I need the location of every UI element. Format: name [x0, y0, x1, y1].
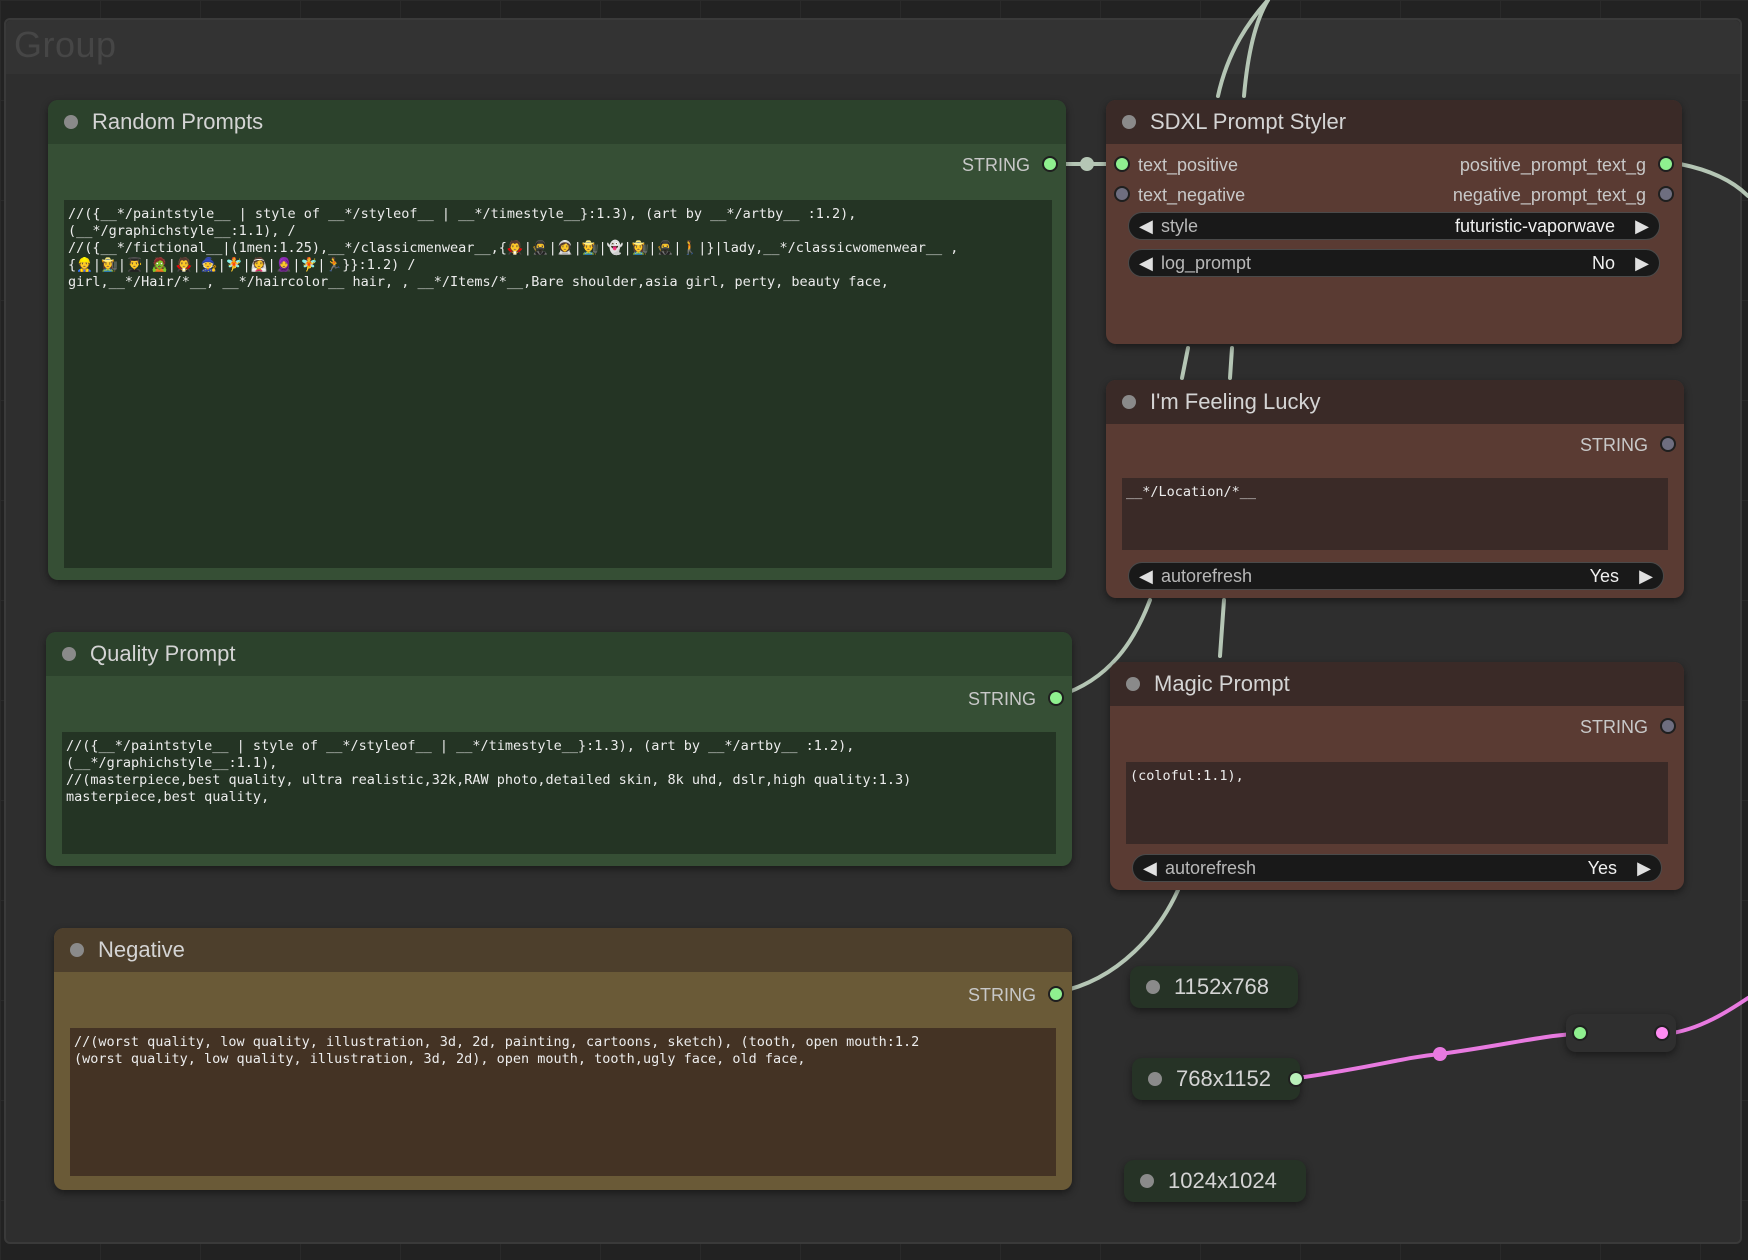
group-title-bar[interactable] [6, 20, 1740, 74]
increment-arrow-icon[interactable]: ▶ [1639, 566, 1653, 587]
node-title: 768x1152 [1176, 1066, 1272, 1091]
collapse-dot-icon[interactable] [70, 943, 84, 957]
increment-arrow-icon[interactable]: ▶ [1635, 253, 1649, 274]
decrement-arrow-icon[interactable]: ◀ [1139, 216, 1153, 237]
input-label-text-positive: text_positive [1138, 155, 1239, 175]
node-title: I'm Feeling Lucky [1150, 389, 1321, 414]
resolution-node-768x1152[interactable]: 768x1152 [1132, 1058, 1302, 1100]
node-title-bar[interactable]: Quality Prompt [46, 632, 1072, 676]
output-label: STRING [961, 155, 1030, 175]
prompt-textarea[interactable]: //({__*/paintstyle__ | style of __*/styl… [64, 200, 1052, 568]
autorefresh-combo-widget[interactable]: ◀ autorefresh Yes ▶ [1128, 562, 1664, 590]
node-title: Negative [98, 937, 185, 962]
widget-name: style [1161, 216, 1199, 236]
resolution-node-1024x1024[interactable]: 1024x1024 [1124, 1160, 1306, 1202]
group-title: Group [14, 24, 117, 65]
output-label-negative: negative_prompt_text_g [1452, 185, 1646, 205]
output-slot-string[interactable] [1044, 158, 1056, 170]
output-slot-string[interactable] [1050, 988, 1062, 1000]
sdxl-prompt-styler-node[interactable]: SDXL Prompt Styler text_positive text_ne… [1106, 100, 1682, 344]
input-slot-text-positive[interactable] [1116, 158, 1128, 170]
decrement-arrow-icon[interactable]: ◀ [1139, 253, 1153, 274]
widget-value: futuristic-vaporwave [1454, 216, 1615, 236]
output-slot-positive[interactable] [1660, 158, 1672, 170]
increment-arrow-icon[interactable]: ▶ [1635, 216, 1649, 237]
negative-node[interactable]: Negative STRING //(worst quality, low qu… [54, 928, 1072, 1190]
collapse-dot-icon[interactable] [62, 647, 76, 661]
output-label: STRING [1579, 717, 1648, 737]
widget-name: autorefresh [1161, 566, 1253, 586]
node-title: Random Prompts [92, 109, 264, 134]
node-title: Magic Prompt [1154, 671, 1290, 696]
autorefresh-combo-widget[interactable]: ◀ autorefresh Yes ▶ [1132, 854, 1662, 882]
reroute-output-slot[interactable] [1656, 1027, 1668, 1039]
reroute-node[interactable] [1566, 1014, 1676, 1052]
resolution-node-1152x768[interactable]: 1152x768 [1130, 966, 1298, 1008]
collapse-dot-icon[interactable] [1122, 115, 1136, 129]
node-title-bar[interactable]: Random Prompts [48, 100, 1066, 144]
prompt-textarea[interactable]: //({__*/paintstyle__ | style of __*/styl… [62, 732, 1056, 854]
output-slot-negative[interactable] [1660, 188, 1672, 200]
collapse-dot-icon[interactable] [1122, 395, 1136, 409]
node-title-bar[interactable]: SDXL Prompt Styler [1106, 100, 1682, 144]
random-prompts-node[interactable]: Random Prompts STRING //({__*/paintstyle… [48, 100, 1066, 580]
output-slot[interactable] [1290, 1073, 1302, 1085]
node-title: 1024x1024 [1168, 1168, 1277, 1193]
collapse-dot-icon[interactable] [1146, 980, 1160, 994]
style-combo-widget[interactable]: ◀ style futuristic-vaporwave ▶ [1128, 212, 1660, 240]
prompt-textarea[interactable]: (coloful:1.1), [1126, 762, 1668, 844]
collapse-dot-icon[interactable] [64, 115, 78, 129]
node-title-bar[interactable]: I'm Feeling Lucky [1106, 380, 1684, 424]
output-label-positive: positive_prompt_text_g [1459, 155, 1646, 175]
prompt-textarea[interactable]: __*/Location/*__ [1122, 478, 1668, 550]
node-title-bar[interactable]: Magic Prompt [1110, 662, 1684, 706]
increment-arrow-icon[interactable]: ▶ [1637, 858, 1651, 879]
widget-name: autorefresh [1165, 858, 1257, 878]
feeling-lucky-node[interactable]: I'm Feeling Lucky STRING __*/Location/*_… [1106, 380, 1684, 598]
collapse-dot-icon[interactable] [1148, 1072, 1162, 1086]
output-slot-string[interactable] [1662, 438, 1674, 450]
output-slot-string[interactable] [1662, 720, 1674, 732]
log-prompt-combo-widget[interactable]: ◀ log_prompt No ▶ [1128, 249, 1660, 277]
output-label: STRING [967, 985, 1036, 1005]
node-title: 1152x768 [1174, 974, 1270, 999]
node-title: Quality Prompt [90, 641, 236, 666]
reroute-input-slot[interactable] [1574, 1027, 1586, 1039]
node-title-bar[interactable]: Negative [54, 928, 1072, 972]
widget-value: Yes [1589, 566, 1619, 586]
magic-prompt-node[interactable]: Magic Prompt STRING (coloful:1.1), ◀ aut… [1110, 662, 1684, 890]
widget-value: Yes [1587, 858, 1617, 878]
quality-prompt-node[interactable]: Quality Prompt STRING //({__*/paintstyle… [46, 632, 1072, 866]
prompt-textarea[interactable]: //(worst quality, low quality, illustrat… [70, 1028, 1056, 1176]
widget-value: No [1591, 253, 1615, 273]
collapse-dot-icon[interactable] [1126, 677, 1140, 691]
decrement-arrow-icon[interactable]: ◀ [1143, 858, 1157, 879]
widget-name: log_prompt [1161, 253, 1252, 273]
input-label-text-negative: text_negative [1138, 185, 1246, 205]
output-slot-string[interactable] [1050, 692, 1062, 704]
output-label: STRING [967, 689, 1036, 709]
collapse-dot-icon[interactable] [1140, 1174, 1154, 1188]
output-label: STRING [1579, 435, 1648, 455]
node-title: SDXL Prompt Styler [1150, 109, 1347, 134]
decrement-arrow-icon[interactable]: ◀ [1139, 566, 1153, 587]
input-slot-text-negative[interactable] [1116, 188, 1128, 200]
